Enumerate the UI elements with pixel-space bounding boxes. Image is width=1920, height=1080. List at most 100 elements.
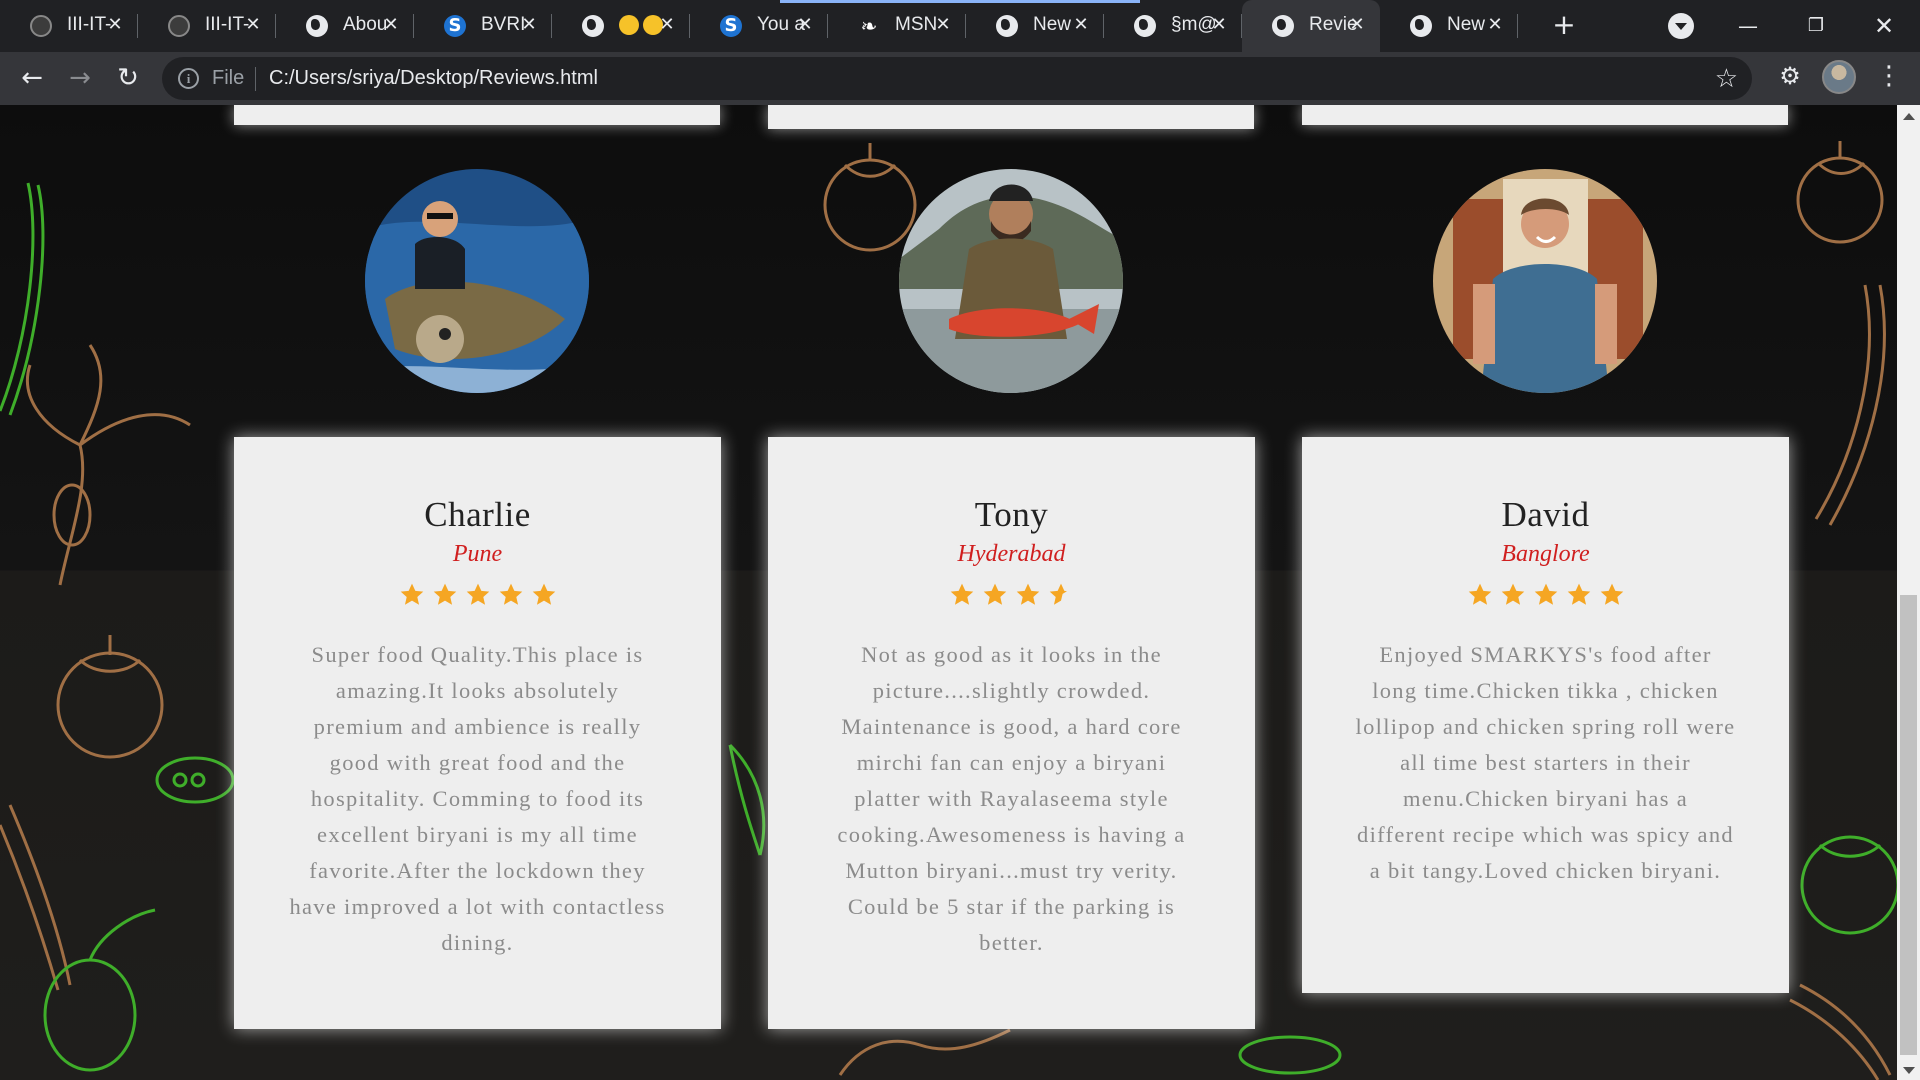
browser-tab[interactable]: New ✕ [966,0,1104,52]
browser-tab[interactable]: S BVRI ✕ [414,0,552,52]
close-tab-icon[interactable]: ✕ [1206,12,1232,38]
globe-icon [582,15,604,37]
star-icon [1600,583,1623,605]
review-text: Not as good as it looks in the picture..… [837,642,1186,955]
github-icon [30,15,52,37]
reviewer-city: Pune [452,541,503,567]
globe-icon [996,15,1018,37]
tab-separator [1517,14,1518,38]
review-card-david: David Banglore Enjoyed SMARKYS's food af… [1302,437,1789,993]
previous-card-bottom [234,105,720,125]
close-tab-icon[interactable]: ✕ [1344,12,1370,38]
vegetable-drawing-icon [838,1028,1011,1076]
scroll-up-arrow-icon[interactable] [1903,113,1915,120]
close-tab-icon[interactable]: ✕ [240,12,266,38]
star-icon [1468,583,1491,605]
carrot-drawing-icon [0,804,72,991]
globe-icon [1272,15,1294,37]
close-tab-icon[interactable]: ✕ [1482,12,1508,38]
url-scheme-label: File [212,67,245,89]
browser-tab[interactable]: ❧ MSN ✕ [828,0,966,52]
cucumber-drawing-icon [1789,983,1892,1080]
pea-pod-drawing-icon [1238,1035,1342,1075]
browser-tab[interactable]: New ✕ [1380,0,1518,52]
cucumber-drawing-icon [0,182,45,416]
close-tab-icon[interactable]: ✕ [930,12,956,38]
browser-tab[interactable]: III-IT- ✕ [0,0,138,52]
review-card-charlie: Charlie Pune Super food Quality.This pla… [234,437,721,1029]
tab-search-icon[interactable] [1668,13,1694,39]
browser-menu-icon[interactable]: ⋮ [1876,60,1902,94]
extensions-icon[interactable]: ⚙ [1776,62,1804,90]
star-icon [499,583,522,605]
browser-tab[interactable]: III-IT- ✕ [138,0,276,52]
eggplant-drawing-icon [43,908,156,1072]
radish-drawing-icon [25,344,191,586]
half-star-icon [1049,583,1067,605]
reviewer-name: David [1501,495,1590,534]
reviewer-name: Charlie [424,495,531,534]
close-tab-icon[interactable]: ✕ [792,12,818,38]
star-icon [1534,583,1557,605]
s-logo-icon: S [444,15,466,37]
star-icon [433,583,456,605]
scroll-down-arrow-icon[interactable] [1903,1067,1915,1074]
github-icon [168,15,190,37]
tomato-drawing-icon [1800,835,1897,935]
star-icon [1567,583,1590,605]
emoji-face-icon [619,14,639,35]
restore-icon[interactable]: ❐ [1796,8,1836,44]
star-rating [768,582,1255,614]
reload-icon[interactable]: ↻ [110,60,146,96]
close-tab-icon[interactable]: ✕ [378,12,404,38]
back-icon[interactable]: ← [14,60,50,96]
star-rating [1302,582,1789,614]
browser-tab[interactable]: Revie ✕ [1242,0,1380,52]
star-icon [1501,583,1524,605]
s-logo-icon: S [720,15,742,37]
star-icon [466,583,489,605]
star-icon [983,583,1007,605]
reviewer-name: Tony [974,495,1049,534]
browser-tab[interactable]: S You a ✕ [690,0,828,52]
browser-tab[interactable]: ✕ [552,0,690,52]
reviewer-city: Hyderabad [957,541,1066,567]
reviewer-photo-tony [899,169,1123,393]
profile-avatar[interactable] [1822,60,1856,94]
close-window-icon[interactable]: ✕ [1864,8,1904,44]
address-bar[interactable]: i File C:/Users/sriya/Desktop/Reviews.ht… [162,57,1752,100]
forward-icon[interactable]: → [62,60,98,96]
bookmark-star-icon[interactable]: ☆ [1715,64,1738,94]
page-scrollbar[interactable] [1897,105,1920,1080]
browser-tab[interactable]: §m@ ✕ [1104,0,1242,52]
globe-icon [306,15,328,37]
star-icon [400,583,423,605]
cucumber-drawing-icon [1814,284,1886,526]
reviewer-photo-david [1433,169,1657,393]
new-tab-button[interactable]: + [1548,10,1580,42]
site-info-icon[interactable]: i [178,68,199,89]
previous-card-bottom [768,105,1254,129]
previous-card-bottom [1302,105,1788,125]
browser-toolbar: ← → ↻ i File C:/Users/sriya/Desktop/Revi… [0,52,1920,105]
star-icon [532,583,555,605]
tomato-drawing-icon [1796,141,1884,244]
reviews-page: Charlie Pune Super food Quality.This pla… [0,105,1897,1080]
star-icon [950,583,974,605]
close-tab-icon[interactable]: ✕ [654,12,680,38]
browser-tab[interactable]: Abou ✕ [276,0,414,52]
address-divider [255,67,256,91]
scrollbar-thumb[interactable] [1900,595,1917,1055]
tab-strip: III-IT- ✕ III-IT- ✕ Abou ✕ S BVRI ✕ ✕ S You a ✕ ❧ MSN ✕… [0,0,1920,52]
star-icon [1016,583,1040,605]
minimize-icon[interactable]: — [1728,8,1768,44]
globe-icon [1410,15,1432,37]
tomato-drawing-icon [56,635,164,759]
url-text[interactable]: C:/Users/sriya/Desktop/Reviews.html [269,67,598,90]
review-text: Super food Quality.This place is amazing… [289,642,666,955]
msn-icon: ❧ [860,14,878,38]
close-tab-icon[interactable]: ✕ [1068,12,1094,38]
close-tab-icon[interactable]: ✕ [102,12,128,38]
close-tab-icon[interactable]: ✕ [516,12,542,38]
reviewer-city: Banglore [1501,541,1590,567]
